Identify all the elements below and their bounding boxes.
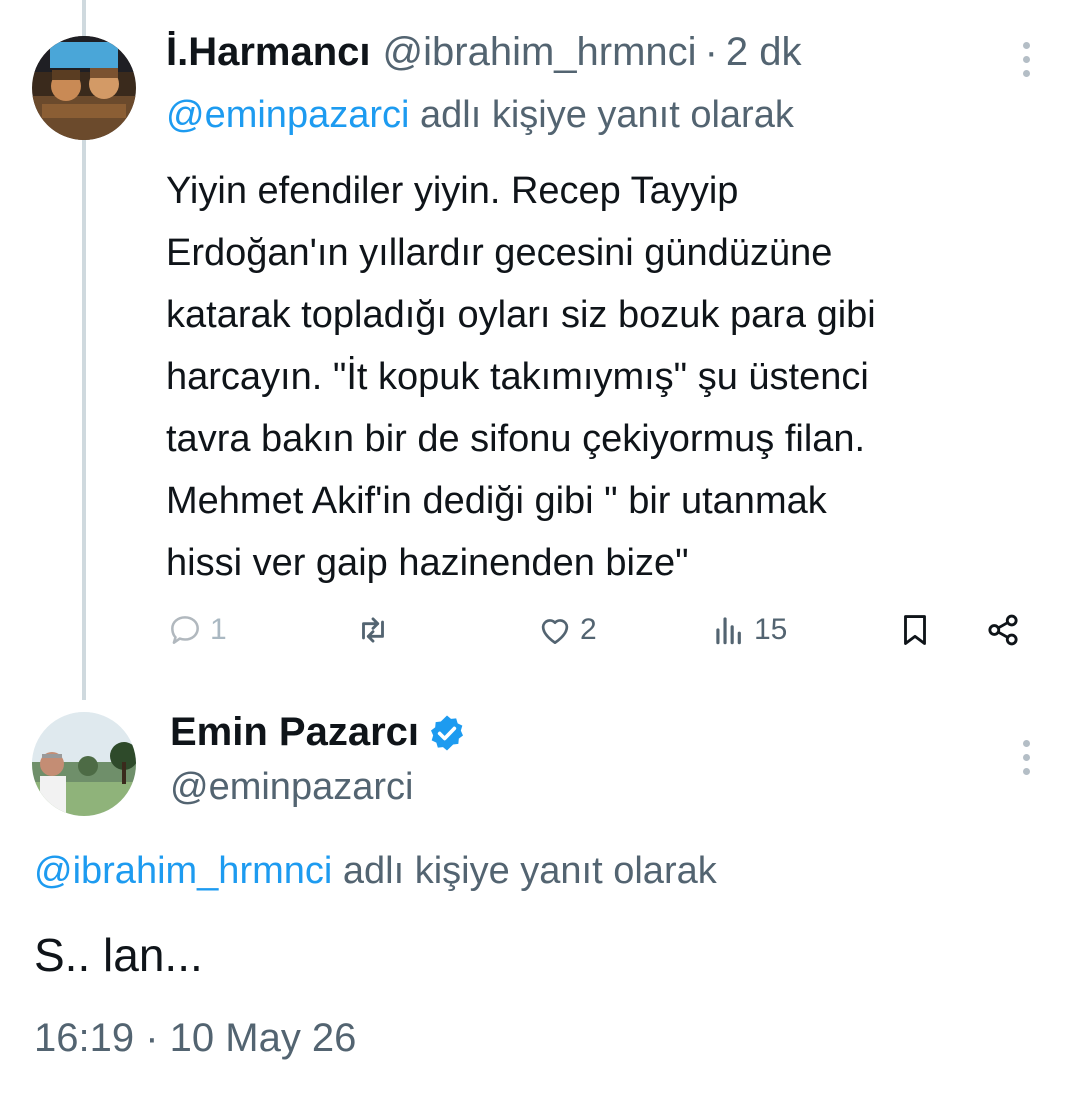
reply-context-label: adlı kişiye yanıt olarak xyxy=(409,94,794,136)
bookmark-button[interactable] xyxy=(896,600,934,660)
author-name[interactable]: Emin Pazarcı xyxy=(170,710,419,755)
like-icon xyxy=(541,619,569,645)
reply-icon xyxy=(171,616,199,644)
avatar-image-cartoon xyxy=(32,36,136,140)
share-button[interactable] xyxy=(984,600,1022,660)
reply-context-label: adlı kişiye yanıt olarak xyxy=(332,850,717,892)
reply-context: @ibrahim_hrmnci adlı kişiye yanıt olarak xyxy=(34,850,717,893)
tweet-text-line: Yiyin efendiler yiyin. Recep Tayyip xyxy=(166,170,739,212)
avatar[interactable] xyxy=(32,712,136,816)
share-icon xyxy=(988,614,1018,646)
author-handle[interactable]: @eminpazarci xyxy=(170,766,413,809)
views-count: 15 xyxy=(754,613,788,646)
author-handle[interactable]: @ibrahim_hrmnci xyxy=(383,30,697,75)
avatar-image-photo xyxy=(32,712,136,816)
tweet-text-line: katarak topladığı oyları siz bozuk para … xyxy=(166,294,876,336)
tweet-header: İ.Harmancı @ibrahim_hrmnci · 2 dk xyxy=(166,30,802,86)
separator-dot: · xyxy=(704,30,718,74)
tweet-text: S.. lan... xyxy=(34,929,203,981)
tweet-text-line: tavra bakın bir de sifonu çekiyormuş fil… xyxy=(166,418,866,460)
like-count: 2 xyxy=(580,613,597,646)
retweet-button[interactable] xyxy=(354,600,398,660)
retweet-icon xyxy=(362,617,384,643)
views-icon xyxy=(716,617,741,645)
tweet-text-line: hissi ver gaip hazinenden bize" xyxy=(166,542,689,584)
tweet-text-line: Erdoğan'ın yıllardır gecesini gündüzüne xyxy=(166,232,833,274)
author-name[interactable]: İ.Harmancı xyxy=(166,30,371,75)
reply-context: @eminpazarci adlı kişiye yanıt olarak xyxy=(166,94,794,137)
reply-button[interactable]: 1 xyxy=(166,600,227,660)
tweet-text-line: harcayın. "İt kopuk takımıymış" şu üsten… xyxy=(166,356,869,398)
verified-badge-icon[interactable] xyxy=(427,713,467,753)
tweet-header: Emin Pazarcı xyxy=(170,710,467,755)
like-button[interactable]: 2 xyxy=(536,600,597,660)
reply-mention-link[interactable]: @eminpazarci xyxy=(166,94,409,136)
tweet-text: Yiyin efendiler yiyin. Recep Tayyip Erdo… xyxy=(166,160,1066,594)
tweet-timestamp[interactable]: 16:19 · 10 May 26 xyxy=(34,1016,356,1061)
tweet-time[interactable]: 2 dk xyxy=(726,30,802,75)
bookmark-icon xyxy=(904,615,926,645)
more-icon[interactable] xyxy=(1020,740,1032,775)
more-icon[interactable] xyxy=(1020,42,1032,77)
reply-count: 1 xyxy=(210,613,227,646)
tweet-text-line: Mehmet Akif'in dediği gibi " bir utanmak xyxy=(166,480,827,522)
tweet-actions-bar: 1 2 15 xyxy=(166,600,1046,660)
reply-mention-link[interactable]: @ibrahim_hrmnci xyxy=(34,850,332,892)
views-button[interactable]: 15 xyxy=(710,600,787,660)
avatar[interactable] xyxy=(32,36,136,140)
